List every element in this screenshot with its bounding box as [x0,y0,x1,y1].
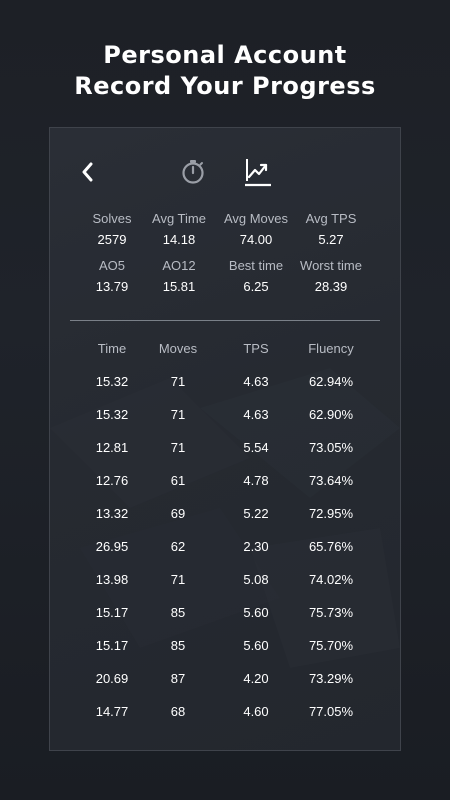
stat-worst-time: Worst time 28.39 [286,257,376,296]
cell-moves: 71 [170,407,186,422]
divider [70,320,380,321]
stat-avg-tps: Avg TPS 5.27 [286,210,376,249]
stat-value: 28.39 [314,279,348,294]
cell-moves: 85 [170,605,186,620]
cell-moves: 71 [170,374,186,389]
headline-line-1: Personal Account [103,41,347,69]
table-row[interactable]: 15.17 85 5.60 75.70% [50,635,400,668]
stats-panel: Solves 2579 Avg Time 14.18 Avg Moves 74.… [49,127,401,751]
stats-row: AO5 13.79 AO12 15.81 Best time 6.25 Wors… [50,257,400,303]
stopwatch-icon [182,160,204,184]
table-row[interactable]: 14.77 68 4.60 77.05% [50,701,400,734]
chevron-left-icon [82,162,93,182]
cell-moves: 71 [170,572,186,587]
column-header-moves: Moves [158,341,198,356]
table-body: 15.32 71 4.63 62.94% 15.32 71 4.63 62.90% 12.81 7… [50,371,400,734]
cell-fluency: 75.70% [308,638,354,653]
table-row[interactable]: 15.32 71 4.63 62.90% [50,404,400,437]
cell-fluency: 75.73% [308,605,354,620]
cell-fluency: 74.02% [308,572,354,587]
cell-fluency: 73.29% [308,671,354,686]
table-row[interactable]: 13.32 69 5.22 72.95% [50,503,400,536]
cell-fluency: 65.76% [308,539,354,554]
cell-moves: 62 [170,539,186,554]
table-row[interactable]: 26.95 62 2.30 65.76% [50,536,400,569]
summary-stats: Solves 2579 Avg Time 14.18 Avg Moves 74.… [50,210,400,304]
cell-fluency: 72.95% [308,506,354,521]
stat-label: Avg TPS [305,211,357,226]
trend-chart-icon [245,159,271,187]
cell-fluency: 62.90% [308,407,354,422]
cell-fluency: 62.94% [308,374,354,389]
table-header: Time Moves TPS Fluency [50,338,400,371]
cell-fluency: 73.05% [308,440,354,455]
table-row[interactable]: 12.76 61 4.78 73.64% [50,470,400,503]
stat-label: Worst time [300,258,362,273]
headline-line-2: Record Your Progress [74,72,376,100]
table-row[interactable]: 12.81 71 5.54 73.05% [50,437,400,470]
solves-table: Time Moves TPS Fluency 15.32 71 4.63 62.94%… [50,338,400,734]
table-row[interactable]: 13.98 71 5.08 74.02% [50,569,400,602]
timer-tab[interactable] [177,156,209,188]
headline: Personal Account Record Your Progress [0,40,450,102]
statistics-tab[interactable] [242,156,274,188]
cell-moves: 68 [170,704,186,719]
table-row[interactable]: 20.69 87 4.20 73.29% [50,668,400,701]
cell-fluency: 73.64% [308,473,354,488]
cell-moves: 61 [170,473,186,488]
cell-fluency: 77.05% [308,704,354,719]
stat-value: 5.27 [318,232,344,247]
cell-moves: 87 [170,671,186,686]
back-button[interactable] [72,156,104,188]
stats-row: Solves 2579 Avg Time 14.18 Avg Moves 74.… [50,210,400,256]
table-row[interactable]: 15.17 85 5.60 75.73% [50,602,400,635]
column-header-fluency: Fluency [308,341,354,356]
cell-moves: 85 [170,638,186,653]
toolbar [50,156,400,188]
table-row[interactable]: 15.32 71 4.63 62.94% [50,371,400,404]
cell-moves: 69 [170,506,186,521]
cell-moves: 71 [170,440,186,455]
